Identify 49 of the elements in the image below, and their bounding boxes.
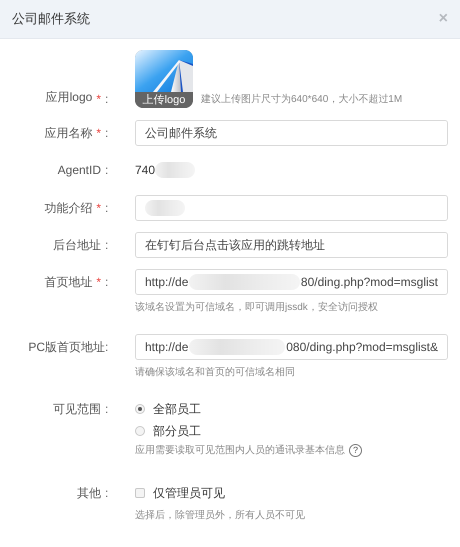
radio-option[interactable]: 全部员工 <box>135 399 448 419</box>
input-field[interactable]: 公司邮件系统 <box>135 120 448 146</box>
field-hint: 应用需要读取可见范围内人员的通讯录基本信息 <box>135 444 345 457</box>
field-value: 公司邮件系统 <box>145 124 217 142</box>
logo-upload-button[interactable]: 上传logo <box>135 50 193 108</box>
input-field[interactable]: http://de 80/ding.php?mod=msglist <box>135 269 448 295</box>
label-colon: : <box>105 486 110 500</box>
field-value: 080/ding.php?mod=msglist& <box>286 340 438 354</box>
required-mark: * <box>96 126 101 140</box>
input-field[interactable] <box>135 195 448 221</box>
label-colon: : <box>105 275 110 289</box>
required-mark: * <box>96 92 101 106</box>
field-value: 80/ding.php?mod=msglist <box>300 275 438 289</box>
radio-option[interactable]: 部分员工 <box>135 421 448 441</box>
field-hint: 请确保该域名和首页的可信域名相同 <box>135 366 296 379</box>
required-mark: * <box>96 201 101 215</box>
checkbox[interactable] <box>135 488 145 498</box>
field-label: 功能介绍 <box>44 200 92 216</box>
required-mark: * <box>96 275 101 289</box>
field-label: 应用名称 <box>44 124 92 142</box>
dialog-title: 公司邮件系统 <box>12 10 90 28</box>
help-icon[interactable]: ? <box>349 444 362 456</box>
input-field[interactable]: http://de 080/ding.php?mod=msglist& <box>135 334 448 360</box>
label-colon: : <box>105 163 110 177</box>
label-colon: : <box>105 201 110 215</box>
field-label: 可见范围 <box>53 400 101 418</box>
upload-hint: 建议上传图片尺寸为640*640，大小不超过1M <box>201 92 402 106</box>
field-label: 其他 <box>77 484 101 502</box>
label-colon: : <box>105 402 110 416</box>
label-colon: : <box>105 92 110 106</box>
field-hint: 该域名设置为可信域名，即可调用jssdk，安全访问授权 <box>135 300 379 314</box>
field-hint: 选择后，除管理员外，所有人员不可见 <box>135 508 306 522</box>
input-field[interactable]: 在钉钉后台点击该应用的跳转地址 <box>135 232 448 258</box>
field-label: AgentID <box>58 163 101 177</box>
field-label: PC版首页地址 <box>28 338 105 356</box>
field-label: 应用logo <box>46 89 92 106</box>
field-value: http://de <box>145 275 188 289</box>
field-value: http://de <box>145 340 188 354</box>
radio-button[interactable] <box>135 426 145 436</box>
radio-button[interactable] <box>135 404 145 414</box>
page-curl-icon <box>135 50 193 92</box>
label-colon: : <box>105 126 110 140</box>
field-label: 后台地址 <box>53 236 101 254</box>
label-colon: : <box>105 238 110 252</box>
checkbox-option[interactable]: 仅管理员可见 <box>135 483 448 503</box>
field-label: 首页地址 <box>44 274 92 290</box>
label-colon: : <box>105 340 110 354</box>
field-value: 在钉钉后台点击该应用的跳转地址 <box>145 236 325 254</box>
agent-id: 740 <box>135 163 156 177</box>
